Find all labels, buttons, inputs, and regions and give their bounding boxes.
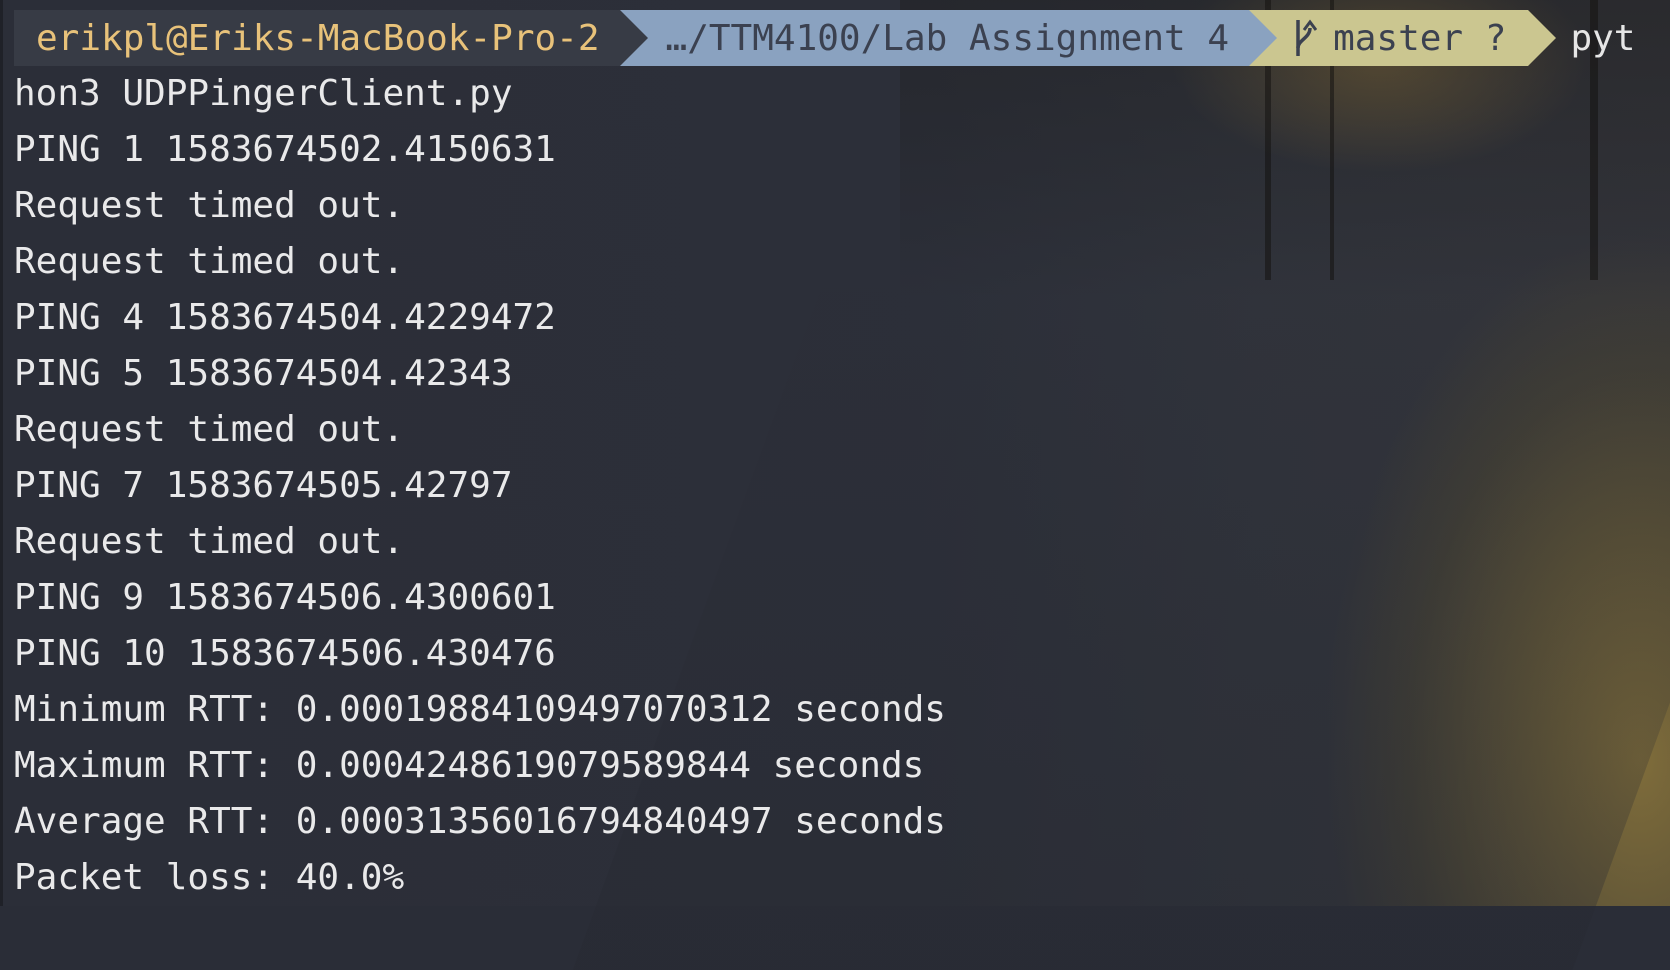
prompt-user-host: erikpl@Eriks-MacBook-Pro-2 <box>36 17 600 59</box>
output-line: PING 5 1583674504.42343 <box>14 353 513 394</box>
shell-prompt: erikpl@Eriks-MacBook-Pro-2 …/TTM4100/Lab… <box>14 10 1635 66</box>
output-line: hon3 UDPPingerClient.py <box>14 73 513 114</box>
output-line: PING 9 1583674506.4300601 <box>14 577 556 618</box>
prompt-git-branch: master ? <box>1333 17 1507 59</box>
prompt-directory: …/TTM4100/Lab Assignment 4 <box>665 17 1230 59</box>
output-line: Average RTT: 0.00031356016794840497 seco… <box>14 801 946 842</box>
segment-separator-arrow <box>1249 10 1278 66</box>
output-line: PING 1 1583674502.4150631 <box>14 129 556 170</box>
terminal-window[interactable]: erikpl@Eriks-MacBook-Pro-2 …/TTM4100/Lab… <box>0 0 1670 906</box>
prompt-directory-segment: …/TTM4100/Lab Assignment 4 <box>619 10 1278 66</box>
output-line: Request timed out. <box>14 521 405 562</box>
git-branch-icon <box>1296 19 1318 56</box>
output-line: PING 4 1583674504.4229472 <box>14 297 556 338</box>
prompt-user-host-segment: erikpl@Eriks-MacBook-Pro-2 <box>14 10 648 66</box>
output-line: Request timed out. <box>14 185 405 226</box>
segment-separator-arrow <box>619 10 648 66</box>
output-line: Minimum RTT: 0.00019884109497070312 seco… <box>14 689 946 730</box>
output-line: Request timed out. <box>14 409 405 450</box>
output-line: Packet loss: 40.0% <box>14 857 405 898</box>
output-line: PING 10 1583674506.430476 <box>14 633 556 674</box>
terminal-output: hon3 UDPPingerClient.py PING 1 158367450… <box>14 66 946 906</box>
output-line: Maximum RTT: 0.0004248619079589844 secon… <box>14 745 925 786</box>
output-line: Request timed out. <box>14 241 405 282</box>
segment-separator-arrow <box>1528 10 1557 66</box>
prompt-git-segment: master ? <box>1249 10 1557 66</box>
output-line: PING 7 1583674505.42797 <box>14 465 513 506</box>
